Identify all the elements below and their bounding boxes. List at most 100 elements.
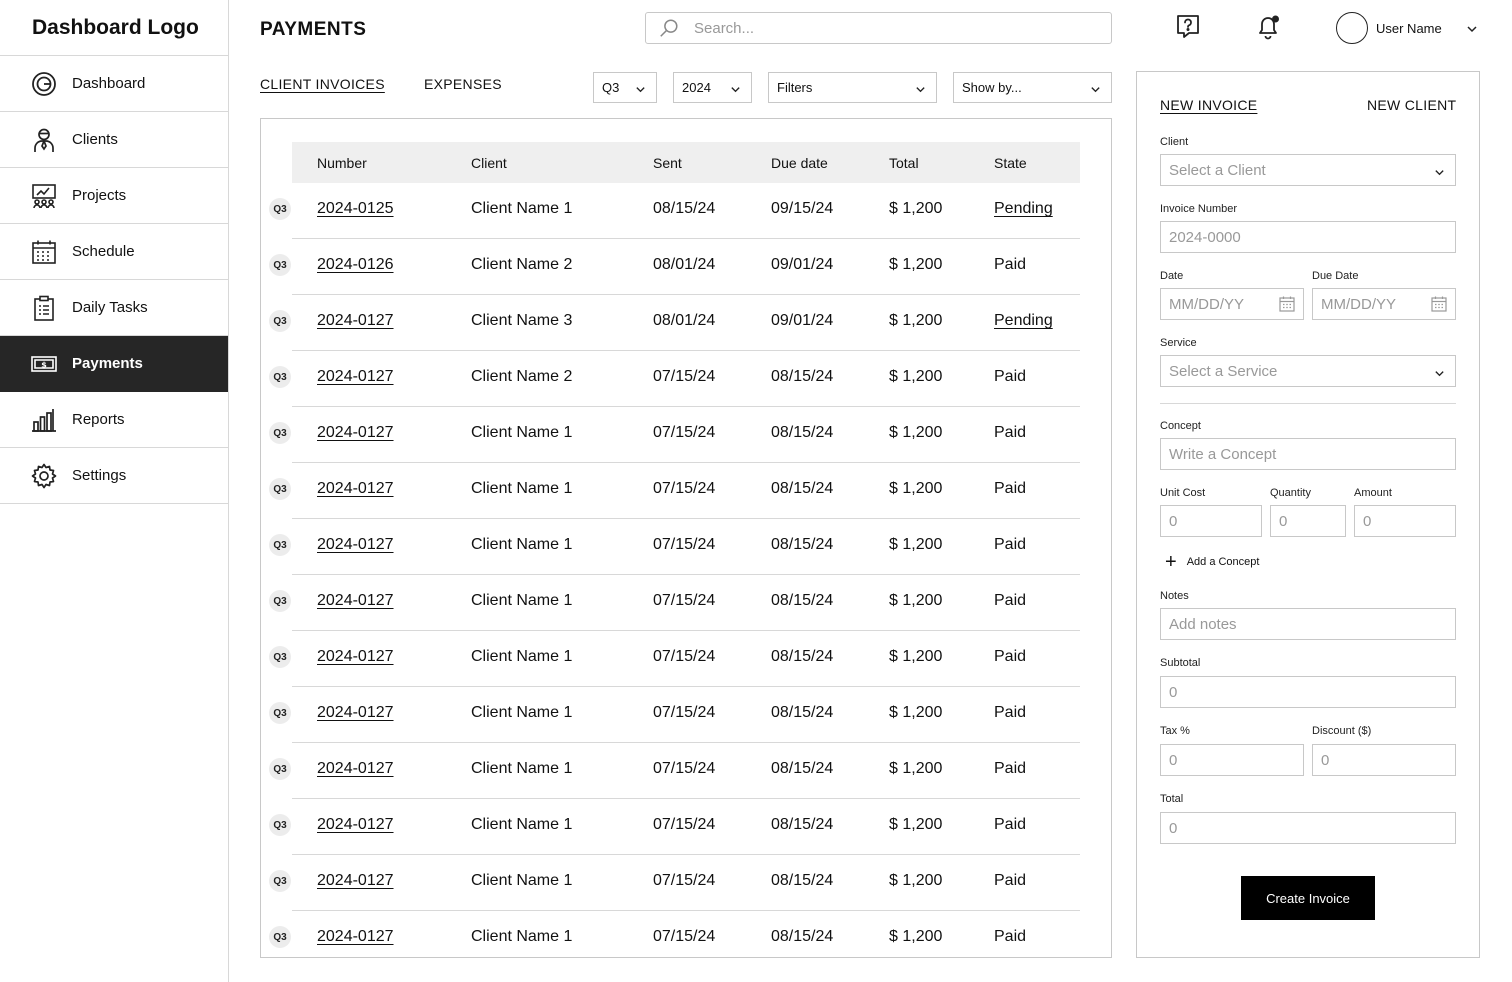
invoice-number-link[interactable]: 2024-0125: [317, 200, 394, 218]
search-icon: [658, 17, 680, 39]
quarter-select[interactable]: Q3: [593, 72, 657, 103]
tab-new-invoice[interactable]: NEW INVOICE: [1160, 97, 1257, 113]
search-input[interactable]: [694, 19, 1074, 37]
invoice-number-link[interactable]: 2024-0127: [317, 312, 394, 330]
column-header-due-date[interactable]: Due date: [771, 155, 828, 171]
column-header-state[interactable]: State: [994, 155, 1027, 171]
year-select[interactable]: 2024: [673, 72, 752, 103]
discount-field[interactable]: 0: [1312, 744, 1456, 776]
table-row[interactable]: Q3 2024-0127 Client Name 1 07/15/24 08/15/24…: [261, 743, 1080, 799]
due-date-cell: 08/15/24: [771, 592, 834, 609]
state-cell: Paid: [994, 760, 1027, 777]
concept-field[interactable]: Write a Concept: [1160, 438, 1456, 470]
table-row[interactable]: Q3 2024-0127 Client Name 1 07/15/24 08/15/24…: [261, 519, 1080, 575]
tab-expenses[interactable]: EXPENSES: [424, 76, 502, 92]
invoice-number-link[interactable]: 2024-0127: [317, 480, 394, 498]
state-cell: Paid: [994, 480, 1027, 497]
projects-icon: [30, 182, 58, 210]
table-row[interactable]: Q3 2024-0127 Client Name 1 07/15/24 08/15/24…: [261, 855, 1080, 911]
avatar[interactable]: [1336, 12, 1368, 44]
amount-field[interactable]: 0: [1354, 505, 1456, 537]
column-header-number[interactable]: Number: [317, 155, 367, 171]
notes-label: Notes: [1160, 590, 1189, 602]
tax-value: 0: [1169, 751, 1178, 769]
tab-client-invoices[interactable]: CLIENT INVOICES: [260, 76, 385, 92]
notes-placeholder: Add notes: [1169, 615, 1237, 633]
sidebar-item-daily-tasks[interactable]: Daily Tasks: [0, 280, 228, 336]
service-select[interactable]: Select a Service: [1160, 355, 1456, 387]
sidebar-item-schedule[interactable]: Schedule: [0, 224, 228, 280]
show-by-select[interactable]: Show by...: [953, 72, 1112, 103]
total-cell: $ 1,200: [889, 480, 943, 497]
dashboard-logo[interactable]: Dashboard Logo: [0, 0, 228, 56]
sent-date-cell: 07/15/24: [653, 536, 716, 553]
sidebar-item-settings[interactable]: Settings: [0, 448, 228, 504]
table-row[interactable]: Q3 2024-0127 Client Name 1 07/15/24 08/15/24…: [261, 687, 1080, 743]
table-row[interactable]: Q3 2024-0127 Client Name 3 08/01/24 09/01/24…: [261, 295, 1080, 351]
state-cell: Paid: [994, 424, 1027, 441]
column-header-client[interactable]: Client: [471, 155, 507, 171]
invoice-number-link[interactable]: 2024-0127: [317, 760, 394, 778]
due-date-cell: 08/15/24: [771, 424, 834, 441]
subtotal-field[interactable]: 0: [1160, 676, 1456, 708]
invoice-number-link[interactable]: 2024-0127: [317, 592, 394, 610]
column-header-total[interactable]: Total: [889, 155, 919, 171]
invoice-number-field[interactable]: 2024-0000: [1160, 221, 1456, 253]
table-row[interactable]: Q3 2024-0126 Client Name 2 08/01/24 09/01/24…: [261, 239, 1080, 295]
notes-field[interactable]: Add notes: [1160, 608, 1456, 640]
total-cell: $ 1,200: [889, 592, 943, 609]
total-field[interactable]: 0: [1160, 812, 1456, 844]
table-row[interactable]: Q3 2024-0125 Client Name 1 08/15/24 09/15/24…: [261, 183, 1080, 239]
quantity-field[interactable]: 0: [1270, 505, 1346, 537]
client-select[interactable]: Select a Client: [1160, 154, 1456, 186]
table-row[interactable]: Q3 2024-0127 Client Name 1 07/15/24 08/15/24…: [261, 799, 1080, 855]
invoice-number-link[interactable]: 2024-0127: [317, 648, 394, 666]
sent-date-cell: 07/15/24: [653, 424, 716, 441]
invoice-number-link[interactable]: 2024-0127: [317, 368, 394, 386]
user-menu[interactable]: User Name: [1336, 12, 1477, 44]
table-row[interactable]: Q3 2024-0127 Client Name 1 07/15/24 08/15/24…: [261, 463, 1080, 519]
table-row[interactable]: Q3 2024-0127 Client Name 2 07/15/24 08/15/24…: [261, 351, 1080, 407]
table-row[interactable]: Q3 2024-0127 Client Name 1 07/15/24 08/15/24…: [261, 911, 1080, 957]
due-date-cell: 08/15/24: [771, 368, 834, 385]
search-bar[interactable]: [645, 12, 1112, 44]
chevron-down-icon: [915, 83, 926, 94]
client-name-cell: Client Name 1: [471, 480, 573, 497]
filters-select[interactable]: Filters: [768, 72, 937, 103]
sidebar-item-projects[interactable]: Projects: [0, 168, 228, 224]
calendar-icon[interactable]: [1278, 295, 1296, 313]
create-invoice-button[interactable]: Create Invoice: [1241, 876, 1375, 920]
tab-new-client[interactable]: NEW CLIENT: [1367, 97, 1456, 113]
invoice-number-link[interactable]: 2024-0127: [317, 536, 394, 554]
dashboard-icon: [30, 70, 58, 98]
state-cell[interactable]: Pending: [994, 200, 1053, 218]
date-field[interactable]: MM/DD/YY: [1160, 288, 1304, 320]
sidebar-item-payments[interactable]: $ Payments: [0, 336, 228, 392]
state-cell[interactable]: Pending: [994, 312, 1053, 330]
invoice-number-link[interactable]: 2024-0127: [317, 424, 394, 442]
due-date-cell: 08/15/24: [771, 536, 834, 553]
add-concept-button[interactable]: + Add a Concept: [1165, 552, 1259, 572]
invoice-number-link[interactable]: 2024-0127: [317, 928, 394, 946]
notification-bell-icon[interactable]: [1254, 13, 1282, 41]
invoice-number-link[interactable]: 2024-0126: [317, 256, 394, 274]
invoice-number-link[interactable]: 2024-0127: [317, 872, 394, 890]
discount-value: 0: [1321, 751, 1330, 769]
tax-field[interactable]: 0: [1160, 744, 1304, 776]
calendar-icon[interactable]: [1430, 295, 1448, 313]
invoice-number-link[interactable]: 2024-0127: [317, 704, 394, 722]
table-row[interactable]: Q3 2024-0127 Client Name 1 07/15/24 08/15/24…: [261, 407, 1080, 463]
table-row[interactable]: Q3 2024-0127 Client Name 1 07/15/24 08/15/24…: [261, 575, 1080, 631]
sidebar-item-reports[interactable]: Reports: [0, 392, 228, 448]
due-date-field[interactable]: MM/DD/YY: [1312, 288, 1456, 320]
table-row[interactable]: Q3 2024-0127 Client Name 1 07/15/24 08/15/24…: [261, 631, 1080, 687]
total-cell: $ 1,200: [889, 648, 943, 665]
help-icon[interactable]: [1174, 13, 1202, 41]
invoices-table: Number Client Sent Due date Total State …: [260, 118, 1112, 958]
column-header-sent[interactable]: Sent: [653, 155, 682, 171]
sidebar-item-dashboard[interactable]: Dashboard: [0, 56, 228, 112]
invoice-number-link[interactable]: 2024-0127: [317, 816, 394, 834]
sidebar-item-clients[interactable]: Clients: [0, 112, 228, 168]
unit-cost-field[interactable]: 0: [1160, 505, 1262, 537]
filters-value: Filters: [777, 80, 813, 95]
